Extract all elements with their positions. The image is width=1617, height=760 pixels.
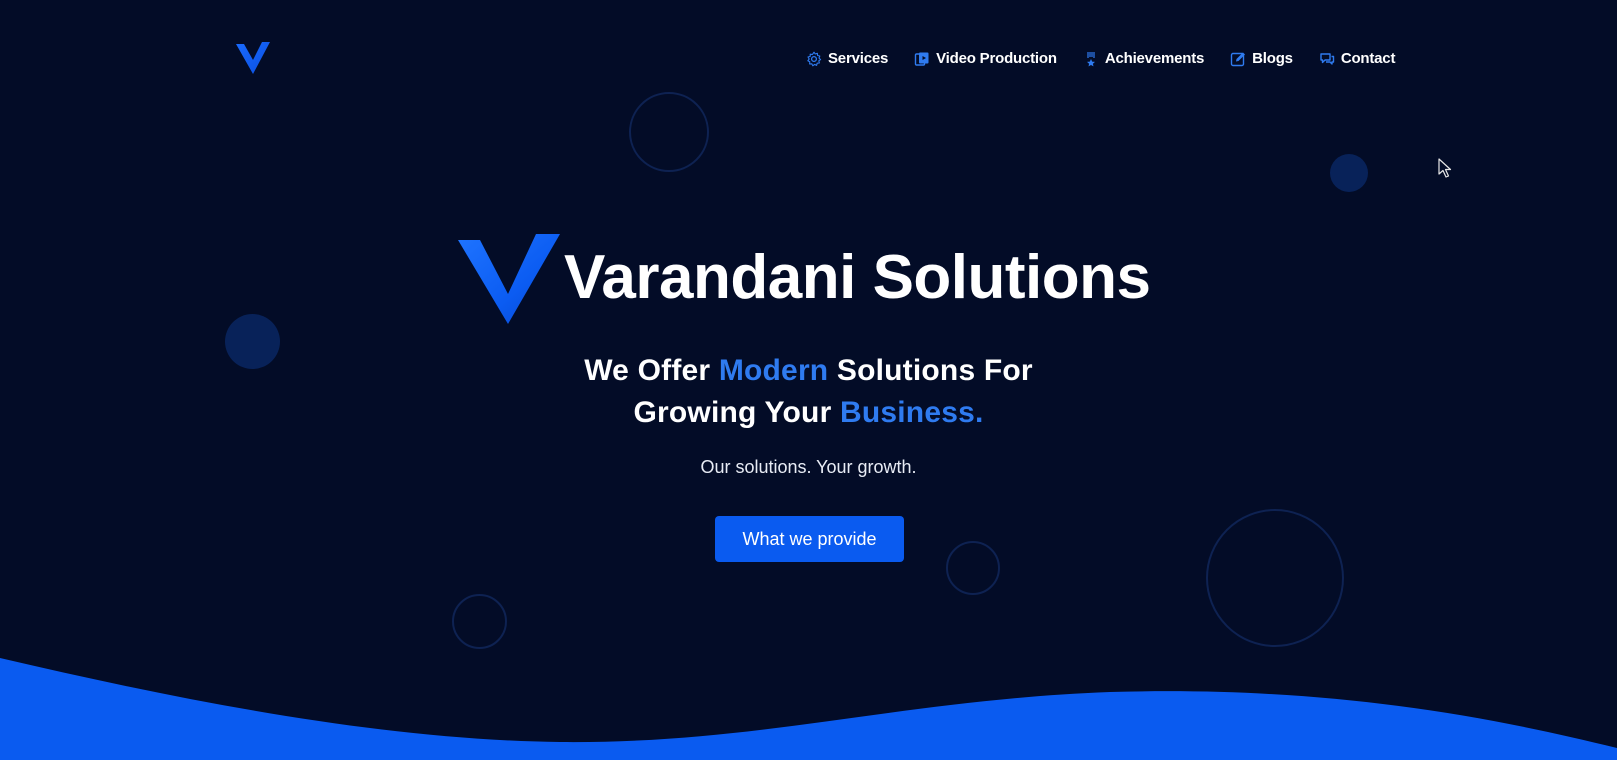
nav-label: Contact [1340,50,1396,67]
nav-video-production[interactable]: Video Production [914,50,1057,67]
nav-contact[interactable]: Contact [1319,50,1395,67]
hero-title: Varandani Solutions [564,243,1151,312]
tagline-text: We Offer [584,354,719,387]
decor-circle [629,92,709,172]
decor-circle [946,541,1000,595]
chat-icon [1320,52,1335,65]
hero-subtitle: Our solutions. Your growth. [700,457,917,477]
landing-page: Services Video Production Achievements B… [0,0,1617,760]
tagline-accent: Modern [718,354,829,387]
what-we-provide-button[interactable]: What we provide [715,516,904,562]
tagline-accent: Business. [839,396,984,429]
nav-blogs[interactable]: Blogs [1230,50,1293,67]
decor-circle [1206,509,1344,647]
video-icon [914,52,929,66]
nav-label: Blogs [1252,50,1293,67]
nav-achievements[interactable]: Achievements [1083,50,1204,67]
nav-label: Services [828,50,889,67]
v-logo-icon[interactable] [236,42,270,74]
v-logo-large-icon [458,234,560,324]
decor-circle [1330,154,1368,192]
bottom-wave [0,658,1617,760]
nav-label: Achievements [1104,50,1205,67]
edit-icon [1230,52,1246,66]
tagline-text: Solutions For [828,354,1033,387]
medal-icon [1086,51,1095,66]
nav-services[interactable]: Services [806,50,888,67]
hero-tagline: We Offer Modern Solutions For Growing Yo… [0,350,1617,434]
gear-icon [807,51,822,66]
nav-label: Video Production [936,50,1057,67]
main-nav: Services Video Production Achievements B… [806,50,1395,67]
mouse-cursor-icon [1438,158,1452,178]
tagline-text: Growing Your [633,396,840,429]
